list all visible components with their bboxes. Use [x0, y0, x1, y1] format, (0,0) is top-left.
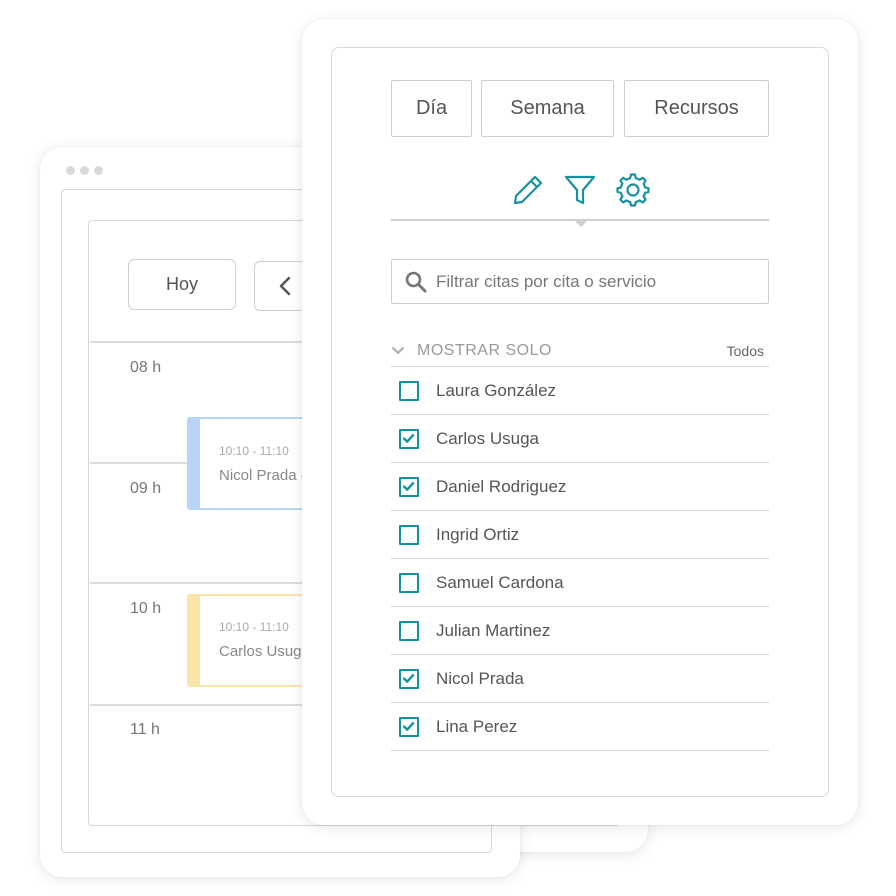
list-item[interactable]: Laura González — [391, 366, 769, 414]
search-input[interactable] — [436, 271, 756, 292]
list-item[interactable]: Nicol Prada — [391, 654, 769, 702]
checkbox-checked[interactable] — [399, 668, 419, 689]
person-name: Julian Martinez — [436, 620, 551, 640]
select-all-link[interactable]: Todos — [727, 343, 764, 359]
search-icon — [405, 271, 427, 292]
person-name: Lina Perez — [436, 716, 518, 736]
checkbox-checked[interactable] — [399, 476, 419, 497]
checkbox-checked[interactable] — [399, 428, 419, 449]
checkbox-unchecked[interactable] — [399, 524, 419, 545]
hour-label: 09 h — [130, 480, 162, 497]
hour-label: 08 h — [130, 359, 162, 376]
chevron-down-icon — [392, 347, 404, 355]
caret-down-icon — [573, 219, 589, 227]
person-name: Ingrid Ortiz — [436, 524, 520, 544]
list-item[interactable]: Julian Martinez — [391, 606, 769, 654]
show-only-header[interactable]: MOSTRAR SOLO Todos — [391, 336, 769, 366]
filter-icon[interactable] — [561, 171, 599, 209]
view-week-button[interactable]: Semana — [481, 80, 614, 137]
checkbox-unchecked[interactable] — [399, 572, 419, 593]
chevron-left-icon — [279, 276, 291, 296]
hour-label: 10 h — [130, 600, 162, 617]
check-icon — [402, 481, 415, 491]
checkbox-unchecked[interactable] — [399, 620, 419, 641]
check-icon — [402, 721, 415, 731]
person-name: Daniel Rodriguez — [436, 476, 567, 496]
list-item[interactable]: Lina Perez — [391, 702, 769, 751]
hour-label: 11 h — [130, 721, 160, 738]
section-title: MOSTRAR SOLO — [417, 342, 552, 359]
checkbox-checked[interactable] — [399, 716, 419, 737]
person-name: Samuel Cardona — [436, 572, 564, 592]
checkbox-unchecked[interactable] — [399, 380, 419, 401]
list-item[interactable]: Samuel Cardona — [391, 558, 769, 606]
list-item[interactable]: Carlos Usuga — [391, 414, 769, 462]
view-resources-button[interactable]: Recursos — [624, 80, 769, 137]
person-name: Laura González — [436, 380, 557, 400]
list-item[interactable]: Daniel Rodriguez — [391, 462, 769, 510]
check-icon — [402, 433, 415, 443]
pencil-icon[interactable] — [509, 171, 547, 209]
gear-icon[interactable] — [614, 171, 652, 209]
event-time: 10:10 - 11:10 — [219, 620, 289, 634]
check-icon — [402, 673, 415, 683]
today-button[interactable]: Hoy — [128, 259, 236, 310]
window-dots — [66, 166, 103, 175]
search-box[interactable] — [391, 259, 769, 304]
people-list: Laura González Carlos Usuga Daniel Rodrigu… — [391, 366, 769, 751]
list-item[interactable]: Ingrid Ortiz — [391, 510, 769, 558]
view-day-button[interactable]: Día — [391, 80, 472, 137]
person-name: Carlos Usuga — [436, 428, 539, 448]
event-time: 10:10 - 11:10 — [219, 444, 289, 458]
person-name: Nicol Prada — [436, 668, 524, 688]
